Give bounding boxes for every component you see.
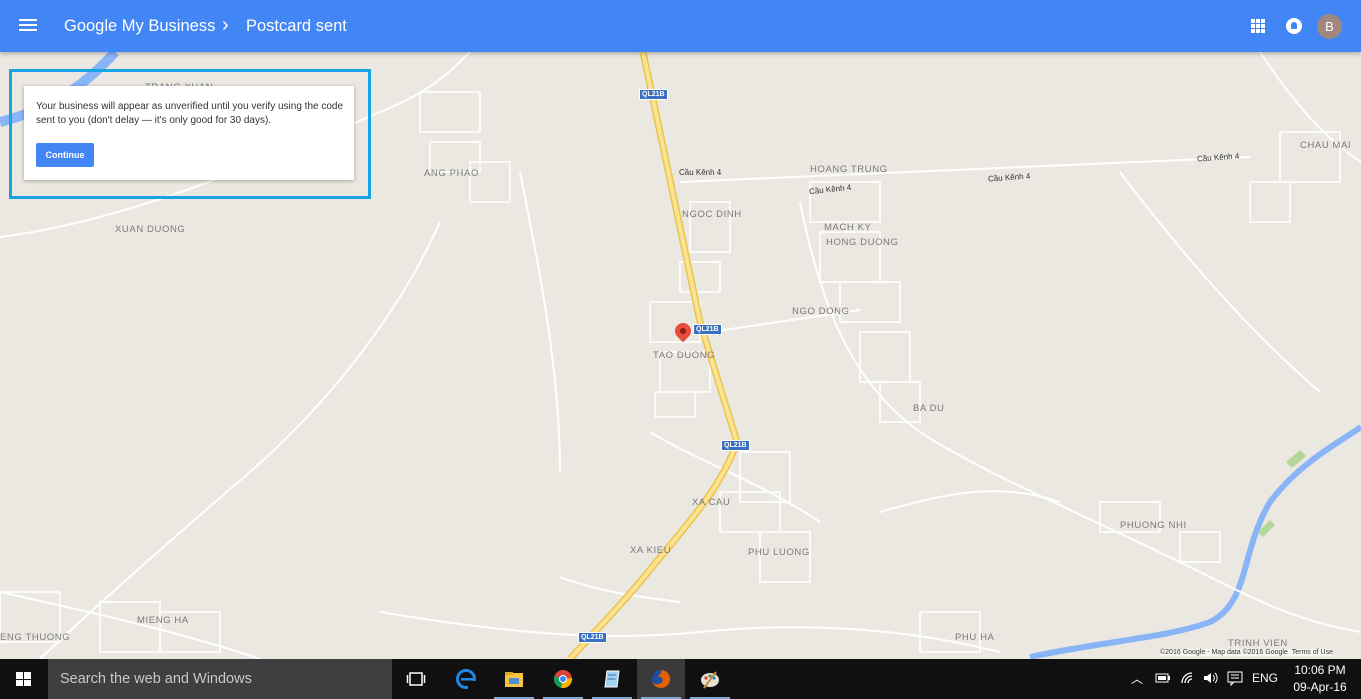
breadcrumb-root[interactable]: Google My Business bbox=[64, 17, 215, 36]
verification-notice-card: Your business will appear as unverified … bbox=[24, 86, 354, 180]
place-label: TAO DUONG bbox=[653, 350, 716, 361]
place-label: PHU LUONG bbox=[748, 547, 810, 558]
search-placeholder: Search the web and Windows bbox=[60, 671, 252, 687]
paint-palette-icon bbox=[701, 671, 719, 689]
volume-icon[interactable] bbox=[1202, 671, 1220, 685]
highway-shield: QL21B bbox=[639, 89, 668, 100]
edge-icon bbox=[456, 669, 476, 689]
notepad-taskbar-button[interactable] bbox=[588, 659, 636, 699]
place-label: XUAN DUONG bbox=[115, 224, 186, 235]
clock-time: 10:06 PM bbox=[1294, 663, 1346, 677]
notepad-icon bbox=[604, 670, 620, 688]
language-indicator[interactable]: ENG bbox=[1252, 671, 1278, 685]
action-center-icon[interactable] bbox=[1227, 671, 1243, 686]
place-label: MACH KY bbox=[824, 222, 872, 233]
system-clock[interactable]: 10:06 PM 09-Apr-16 bbox=[1292, 662, 1348, 696]
river bbox=[1029, 424, 1361, 659]
paint-taskbar-button[interactable] bbox=[686, 659, 734, 699]
avatar[interactable]: B bbox=[1317, 14, 1342, 39]
place-label: MIENG HA bbox=[137, 615, 189, 626]
highway-shield: QL21B bbox=[721, 440, 750, 451]
place-label: PHU HA bbox=[955, 632, 995, 643]
clock-date: 09-Apr-16 bbox=[1293, 680, 1347, 694]
apps-grid-icon[interactable] bbox=[1251, 19, 1265, 33]
notifications-icon[interactable] bbox=[1286, 18, 1302, 34]
task-view-icon bbox=[406, 672, 426, 686]
place-label: NGOC DINH bbox=[682, 209, 742, 220]
start-button[interactable] bbox=[0, 659, 48, 699]
place-label: TRINH VIEN bbox=[1228, 638, 1288, 649]
road-label: Cầu Kênh 4 bbox=[679, 168, 722, 177]
windows-taskbar: Search the web and Windows ︿ ENG 10:06 P… bbox=[0, 659, 1361, 699]
place-label: ANG PHAO bbox=[424, 168, 479, 179]
map-attribution: ©2016 Google - Map data ©2016 Google Ter… bbox=[1160, 649, 1333, 656]
place-label: HONG DUONG bbox=[826, 237, 899, 248]
folder-icon bbox=[505, 672, 523, 687]
taskbar-search-box[interactable]: Search the web and Windows bbox=[48, 659, 392, 699]
windows-logo-icon bbox=[16, 672, 32, 686]
wifi-icon[interactable] bbox=[1180, 671, 1196, 685]
place-label: PHUONG NHI bbox=[1120, 520, 1187, 531]
edge-taskbar-button[interactable] bbox=[442, 659, 490, 699]
file-explorer-taskbar-button[interactable] bbox=[490, 659, 538, 699]
park bbox=[1258, 450, 1306, 537]
highway-shield: QL21B bbox=[578, 632, 607, 643]
place-label: CHAU MAI bbox=[1300, 140, 1352, 151]
chevron-right-icon: › bbox=[222, 14, 229, 36]
continue-button[interactable]: Continue bbox=[36, 143, 94, 167]
place-label: NGO DONG bbox=[792, 306, 850, 317]
firefox-icon bbox=[652, 670, 670, 688]
battery-icon[interactable] bbox=[1155, 672, 1171, 684]
place-label: XA KIEU bbox=[630, 545, 672, 556]
terms-link[interactable]: Terms of Use bbox=[1292, 649, 1333, 656]
place-label: ENG THUONG bbox=[0, 632, 71, 643]
page-title: Postcard sent bbox=[246, 17, 347, 35]
task-view-button[interactable] bbox=[392, 659, 440, 699]
menu-icon[interactable] bbox=[19, 17, 37, 35]
notice-message: Your business will appear as unverified … bbox=[36, 101, 344, 126]
chrome-taskbar-button[interactable] bbox=[539, 659, 587, 699]
chrome-icon bbox=[553, 670, 573, 689]
firefox-taskbar-button[interactable] bbox=[637, 659, 685, 699]
place-label: XA CAU bbox=[692, 497, 731, 508]
place-label: BA DU bbox=[913, 403, 945, 414]
show-hidden-icons-icon[interactable]: ︿ bbox=[1131, 670, 1143, 687]
app-header: Google My Business › Postcard sent B bbox=[0, 0, 1361, 52]
highway-shield: QL21B bbox=[693, 324, 722, 335]
place-label: HOANG TRUNG bbox=[810, 164, 888, 175]
